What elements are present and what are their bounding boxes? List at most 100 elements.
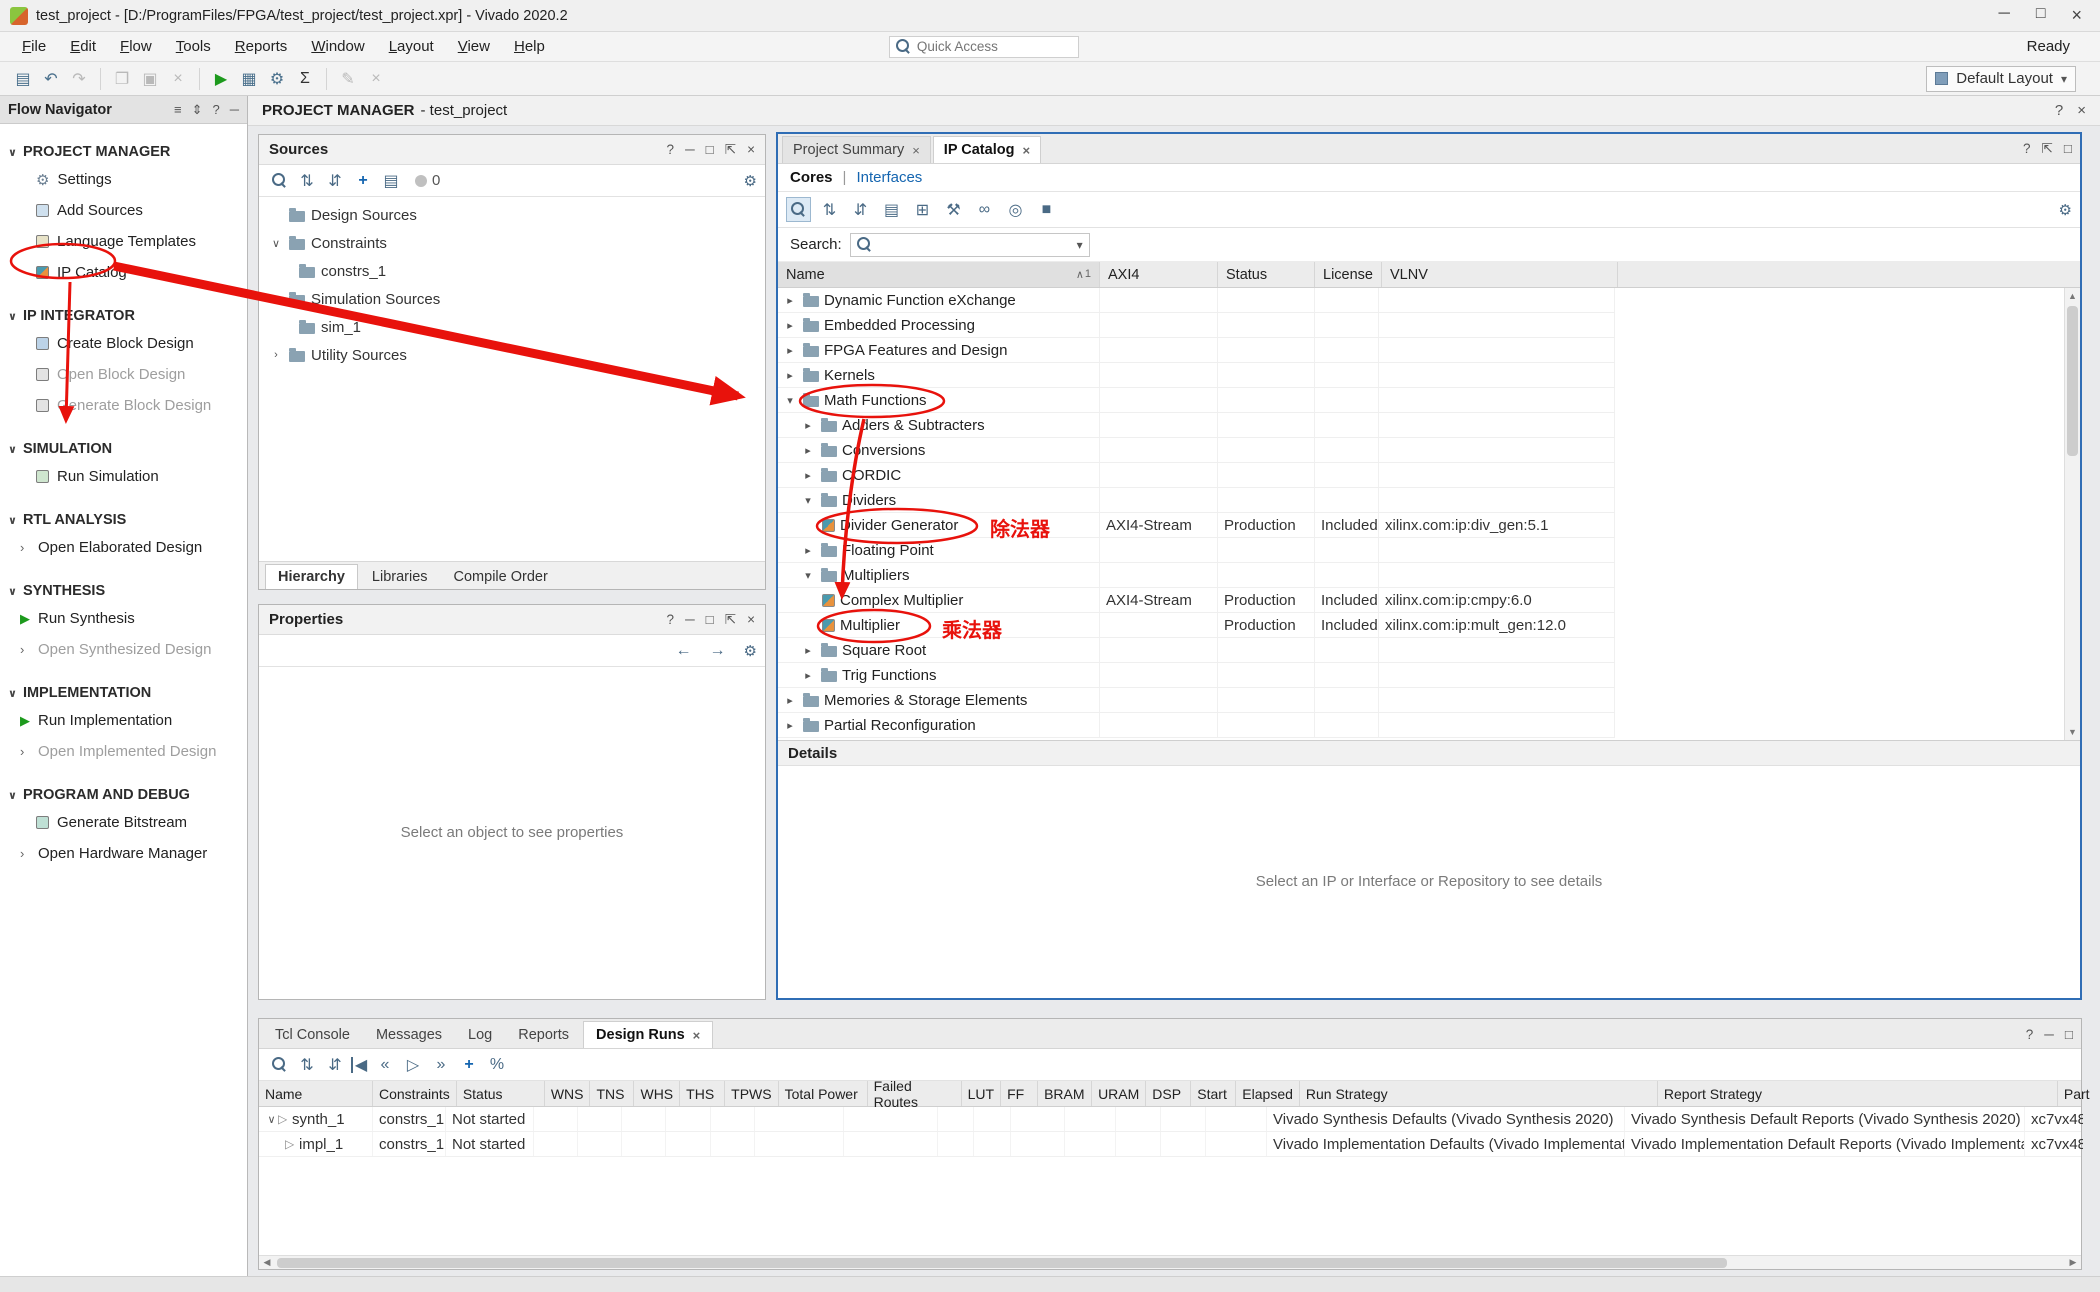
target-icon[interactable]: ◎ [1003, 197, 1028, 222]
chevron-right-icon[interactable]: › [20, 540, 30, 555]
search-icon[interactable] [267, 1053, 291, 1077]
expander-icon[interactable]: ∨ [269, 237, 283, 250]
help-icon[interactable]: ? [213, 102, 220, 118]
minimize-panel-icon[interactable]: ─ [685, 612, 695, 628]
cancel-icon[interactable]: × [363, 66, 389, 92]
expander-icon[interactable]: ▸ [800, 444, 816, 457]
section-header[interactable]: ∨ RTL ANALYSIS [0, 508, 247, 532]
help-icon[interactable]: ? [2026, 1027, 2034, 1042]
help-icon[interactable]: ? [667, 142, 675, 158]
column-header[interactable]: BRAM [1038, 1081, 1092, 1106]
expand-all-icon[interactable]: ⇵ [323, 169, 347, 193]
ip-tree-row[interactable]: ▸Trig Functions [778, 663, 1615, 688]
expander-icon[interactable]: ▸ [782, 294, 798, 307]
expander-icon[interactable]: › [269, 349, 283, 361]
run-button[interactable]: ▶ [208, 66, 234, 92]
sidebar-item-open-hardware-manager[interactable]: › Open Hardware Manager [0, 838, 247, 869]
expander-icon[interactable]: ▸ [782, 719, 798, 732]
tab-libraries[interactable]: Libraries [360, 565, 440, 589]
collapse-all-icon[interactable]: ⇅ [295, 169, 319, 193]
scroll-down-icon[interactable]: ▼ [2065, 724, 2080, 740]
section-header[interactable]: ∨ PROGRAM AND DEBUG [0, 783, 247, 807]
paste-icon[interactable]: ▣ [137, 66, 163, 92]
run-selected-icon[interactable]: ▷ [401, 1053, 425, 1077]
column-header-name[interactable]: Name ∧1 [778, 262, 1100, 287]
collapse-all-icon[interactable]: ⇅ [817, 197, 842, 222]
sidebar-item-open-synthesized-design[interactable]: › Open Synthesized Design [0, 634, 247, 665]
sidebar-item-language-templates[interactable]: Language Templates [0, 226, 247, 257]
column-header[interactable]: Report Strategy [1658, 1081, 2058, 1106]
sidebar-item-open-elaborated-design[interactable]: › Open Elaborated Design [0, 532, 247, 563]
settings-gear-icon[interactable]: ⚙ [744, 172, 757, 190]
ip-tree-row[interactable]: ▸Conversions [778, 438, 1615, 463]
subnav-cores[interactable]: Cores [790, 169, 833, 186]
ip-tree-row[interactable]: ▸Square Root [778, 638, 1615, 663]
column-header[interactable]: Constraints [373, 1081, 457, 1106]
ip-tree-row[interactable]: ▸Embedded Processing [778, 313, 1615, 338]
sidebar-item-run-simulation[interactable]: Run Simulation [0, 461, 247, 492]
column-header[interactable]: Start [1191, 1081, 1236, 1106]
maximize-panel-icon[interactable]: □ [706, 612, 714, 628]
save-icon[interactable]: ▤ [10, 66, 36, 92]
report-icon[interactable]: ▤ [379, 169, 403, 193]
close-tab-icon[interactable]: × [693, 1028, 701, 1043]
minimize-panel-icon[interactable]: ─ [230, 102, 239, 118]
expander-icon[interactable]: ▸ [800, 669, 816, 682]
ip-tree-row-complex-multiplier[interactable]: Complex Multiplier AXI4-Stream Productio… [778, 588, 1615, 613]
vertical-scrollbar[interactable]: ▲ ▼ [2064, 288, 2080, 740]
column-header-license[interactable]: License [1315, 262, 1382, 287]
ip-tree-row[interactable]: ▸Floating Point [778, 538, 1615, 563]
sidebar-item-open-implemented-design[interactable]: › Open Implemented Design [0, 736, 247, 767]
subnav-interfaces[interactable]: Interfaces [856, 169, 922, 186]
column-header[interactable]: URAM [1092, 1081, 1146, 1106]
wrench-icon[interactable]: ⚒ [941, 197, 966, 222]
tab-design-runs[interactable]: Design Runs × [583, 1021, 713, 1048]
copy-icon[interactable]: ❐ [109, 66, 135, 92]
column-header[interactable]: TNS [590, 1081, 634, 1106]
create-run-icon[interactable]: + [457, 1053, 481, 1077]
column-header[interactable]: WHS [634, 1081, 680, 1106]
close-tab-icon[interactable]: × [912, 143, 920, 158]
section-header[interactable]: ∨ SIMULATION [0, 437, 247, 461]
expander-icon[interactable]: ▸ [782, 369, 798, 382]
column-header[interactable]: THS [680, 1081, 725, 1106]
run-row-synth-1[interactable]: ∨ ▷ synth_1 constrs_1 Not started Vivado… [259, 1107, 2081, 1132]
expand-collapse-icon[interactable]: ⇕ [192, 102, 203, 118]
column-header[interactable]: Name [259, 1081, 373, 1106]
expander-icon[interactable]: ▸ [782, 694, 798, 707]
sidebar-item-run-implementation[interactable]: ▶ Run Implementation [0, 705, 247, 736]
scrollbar-thumb[interactable] [277, 1258, 1727, 1268]
ip-tree-row-multipliers[interactable]: ▾Multipliers [778, 563, 1615, 588]
menu-flow[interactable]: Flow [110, 35, 162, 58]
tree-row-utility-sources[interactable]: › Utility Sources [259, 341, 765, 369]
close-panel-icon[interactable]: × [747, 612, 755, 628]
minimize-panel-icon[interactable]: ─ [2044, 1027, 2054, 1042]
column-header[interactable]: WNS [545, 1081, 591, 1106]
maximize-panel-icon[interactable]: □ [2064, 141, 2072, 157]
ip-tree-row-dividers[interactable]: ▾Dividers [778, 488, 1615, 513]
expand-all-icon[interactable]: ⇵ [848, 197, 873, 222]
hierarchy-view-icon[interactable]: ▤ [879, 197, 904, 222]
float-panel-icon[interactable]: ⇱ [725, 612, 736, 628]
minimize-panel-icon[interactable]: ─ [685, 142, 695, 158]
chevron-right-icon[interactable]: › [20, 846, 30, 861]
help-icon[interactable]: ? [2023, 141, 2031, 157]
sidebar-item-add-sources[interactable]: Add Sources [0, 195, 247, 226]
sidebar-item-ip-catalog[interactable]: IP Catalog [0, 257, 247, 288]
tab-reports[interactable]: Reports [506, 1022, 581, 1048]
expander-icon[interactable]: ▸ [800, 419, 816, 432]
column-header[interactable]: Elapsed [1236, 1081, 1300, 1106]
step-forward-icon[interactable]: » [429, 1053, 453, 1077]
stop-icon[interactable]: ■ [1034, 197, 1059, 222]
ip-search-input[interactable] [878, 237, 1071, 252]
float-panel-icon[interactable]: ⇱ [725, 142, 736, 158]
section-header[interactable]: ∨ IMPLEMENTATION [0, 681, 247, 705]
redo-icon[interactable]: ↷ [66, 66, 92, 92]
tab-hierarchy[interactable]: Hierarchy [265, 564, 358, 589]
tab-compile-order[interactable]: Compile Order [442, 565, 560, 589]
close-panel-icon[interactable]: × [747, 142, 755, 158]
build-icon[interactable]: ▦ [236, 66, 262, 92]
scroll-left-icon[interactable]: ◀ [259, 1257, 275, 1268]
tab-project-summary[interactable]: Project Summary × [782, 136, 931, 163]
ip-tree-row[interactable]: ▸Memories & Storage Elements [778, 688, 1615, 713]
